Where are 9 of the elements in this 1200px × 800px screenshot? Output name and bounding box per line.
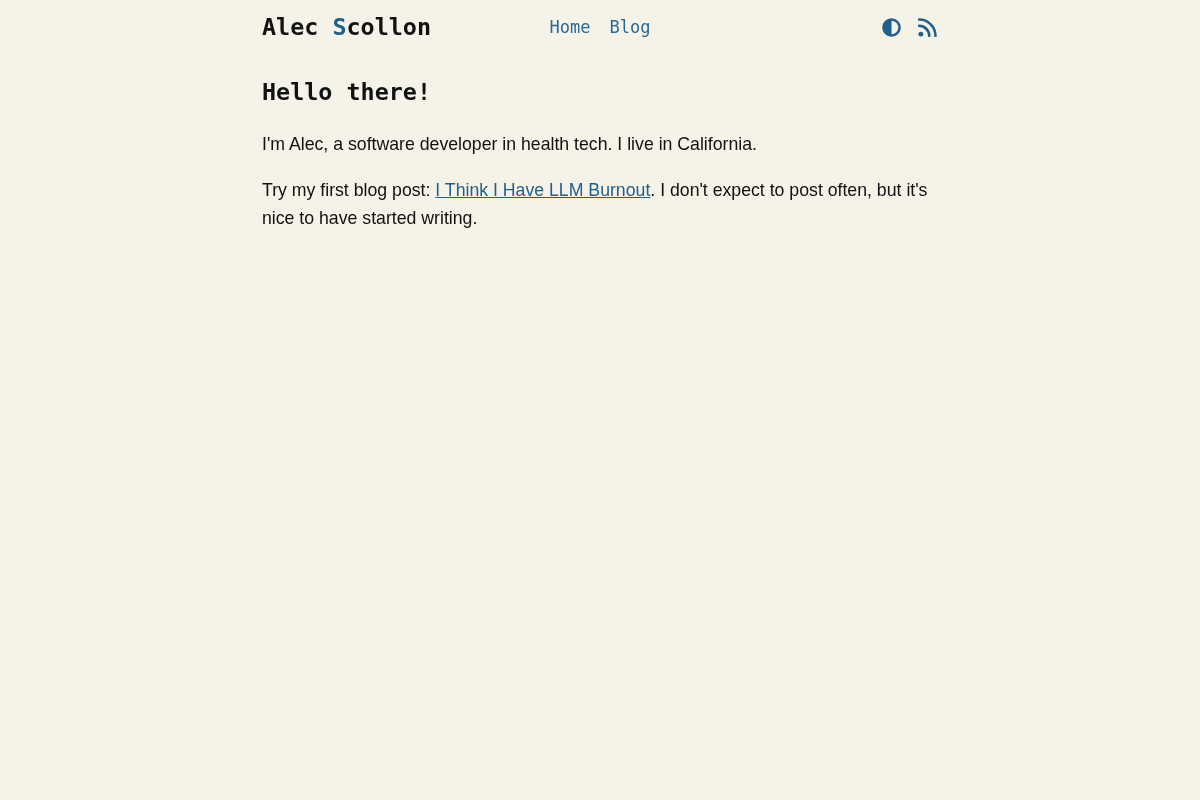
nav-link[interactable]: Blog: [609, 17, 651, 37]
rss-icon[interactable]: [918, 17, 937, 37]
site-logo-link[interactable]: Alec Scollon: [262, 13, 431, 41]
blog-post-link[interactable]: I Think I Have LLM Burnout: [435, 180, 651, 200]
nav-link[interactable]: Home: [549, 17, 591, 37]
theme-toggle-icon[interactable]: [882, 17, 901, 37]
page-heading: Hello there!: [262, 78, 432, 106]
intro-paragraph: I'm Alec, a software developer in health tech. I live in California.: [262, 133, 758, 156]
intro-paragraph: Try my first blog post: I Think I Have LLM Burnout. I don't expect to post often, but it's nice to have started writing.: [262, 179, 929, 230]
